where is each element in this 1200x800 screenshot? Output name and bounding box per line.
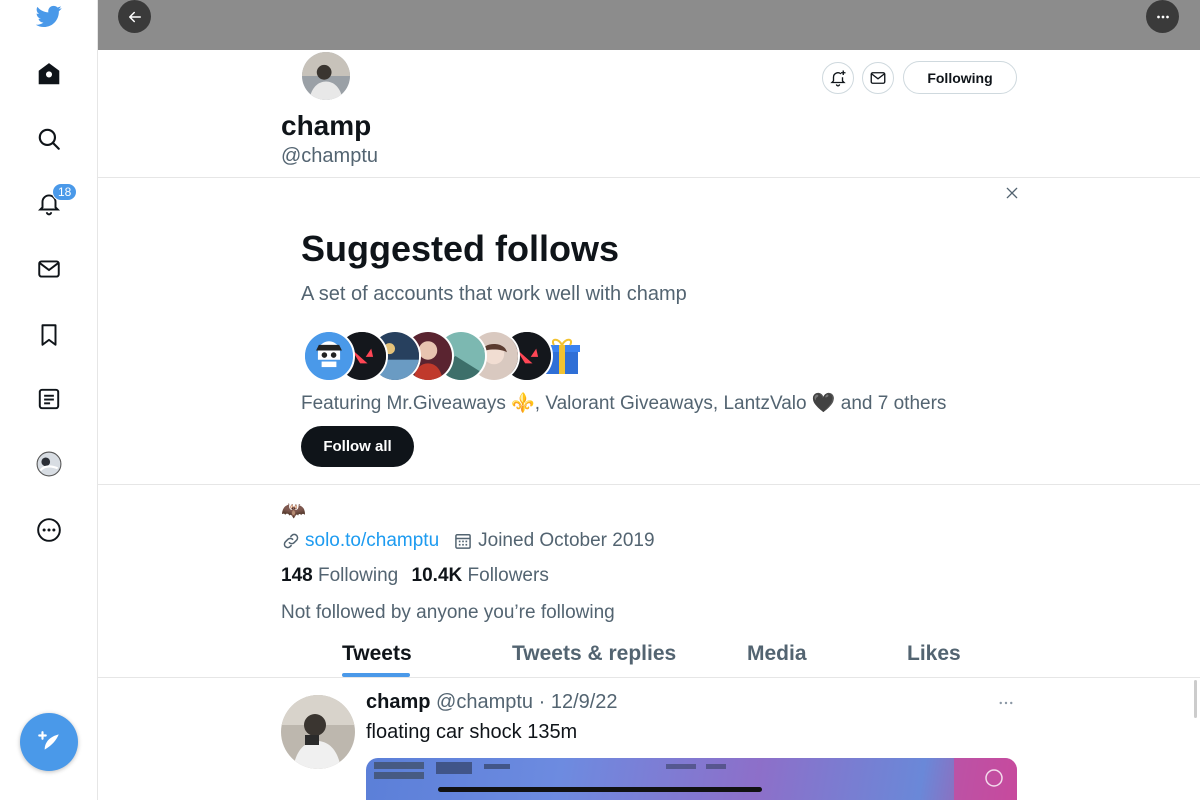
profile-avatar[interactable]: [300, 50, 352, 102]
tweet-author-handle: @champtu: [436, 691, 534, 713]
ellipsis-icon: [1156, 15, 1169, 18]
tweet-header: champ @champtu · 12/9/22: [366, 691, 618, 713]
bookmarks-icon[interactable]: [27, 313, 71, 357]
bell-plus-icon: [830, 70, 846, 87]
website-link[interactable]: solo.to/champtu: [305, 530, 439, 552]
compose-tweet-button[interactable]: [20, 713, 78, 771]
divider: [98, 484, 1200, 485]
sidebar-nav: 18: [0, 0, 98, 800]
notify-button[interactable]: [822, 62, 854, 94]
close-suggestions-button[interactable]: [1002, 183, 1022, 203]
following-count: 148: [281, 565, 313, 586]
divider: [98, 177, 1200, 178]
feather-icon: [38, 731, 59, 750]
tab-likes[interactable]: Likes: [907, 642, 961, 666]
followers-label: Followers: [467, 565, 549, 586]
suggested-follows-title: Suggested follows: [301, 228, 620, 269]
profile-avatar-icon[interactable]: [27, 442, 71, 486]
lists-icon[interactable]: [27, 377, 71, 421]
tab-tweets-replies[interactable]: Tweets & replies: [512, 642, 676, 666]
profile-banner: [98, 0, 1200, 50]
following-count-link[interactable]: 148 Following: [281, 565, 398, 586]
suggested-avatar: [303, 330, 355, 382]
banner-more-button[interactable]: [1146, 0, 1179, 33]
tweet-more-button[interactable]: [997, 694, 1015, 717]
followers-count-link[interactable]: 10.4K Followers: [412, 565, 549, 586]
not-followed-text: Not followed by anyone you’re following: [281, 602, 615, 623]
home-icon[interactable]: [27, 52, 71, 96]
suggested-follows-subtitle: A set of accounts that work well with ch…: [301, 283, 687, 305]
close-icon: [1006, 187, 1018, 199]
ellipsis-icon: [999, 701, 1013, 705]
tweet-author-name[interactable]: champ: [366, 691, 430, 713]
profile-name: champ: [281, 110, 372, 141]
scrollbar[interactable]: [1194, 680, 1197, 718]
bio-emoji: 🦇: [281, 500, 306, 522]
notifications-icon[interactable]: 18: [27, 181, 78, 225]
message-button[interactable]: [862, 62, 894, 94]
home-indicator[interactable]: [438, 787, 762, 792]
notification-badge: 18: [52, 183, 78, 201]
envelope-icon: [870, 72, 886, 84]
arrow-left-icon: [128, 11, 141, 22]
back-button[interactable]: [118, 0, 151, 33]
calendar-icon: [455, 534, 471, 549]
follow-all-button[interactable]: Follow all: [301, 426, 414, 467]
messages-icon[interactable]: [27, 247, 71, 291]
tweet-date[interactable]: 12/9/22: [551, 691, 618, 713]
joined-date: Joined October 2019: [478, 530, 655, 551]
twitter-logo-icon[interactable]: [27, 0, 71, 38]
follow-counts: 148 Following 10.4K Followers: [281, 565, 549, 587]
tweet-media-image[interactable]: [366, 758, 1017, 800]
following-button[interactable]: Following: [903, 61, 1017, 94]
more-icon[interactable]: [27, 508, 71, 552]
search-icon[interactable]: [27, 117, 71, 161]
tab-tweets[interactable]: Tweets: [342, 642, 412, 666]
tweet-text: floating car shock 135m: [366, 721, 578, 743]
tweet-avatar[interactable]: [281, 695, 355, 769]
link-icon: [283, 533, 299, 549]
tab-media[interactable]: Media: [747, 642, 807, 666]
profile-meta: solo.to/champtu Joined October 2019: [281, 530, 655, 552]
following-label: Following: [317, 565, 399, 586]
profile-handle: @champtu: [281, 145, 379, 167]
featuring-text: Featuring Mr.Giveaways ⚜️, Valorant Give…: [301, 393, 947, 414]
divider: [98, 677, 1200, 678]
followers-count: 10.4K: [411, 565, 463, 586]
